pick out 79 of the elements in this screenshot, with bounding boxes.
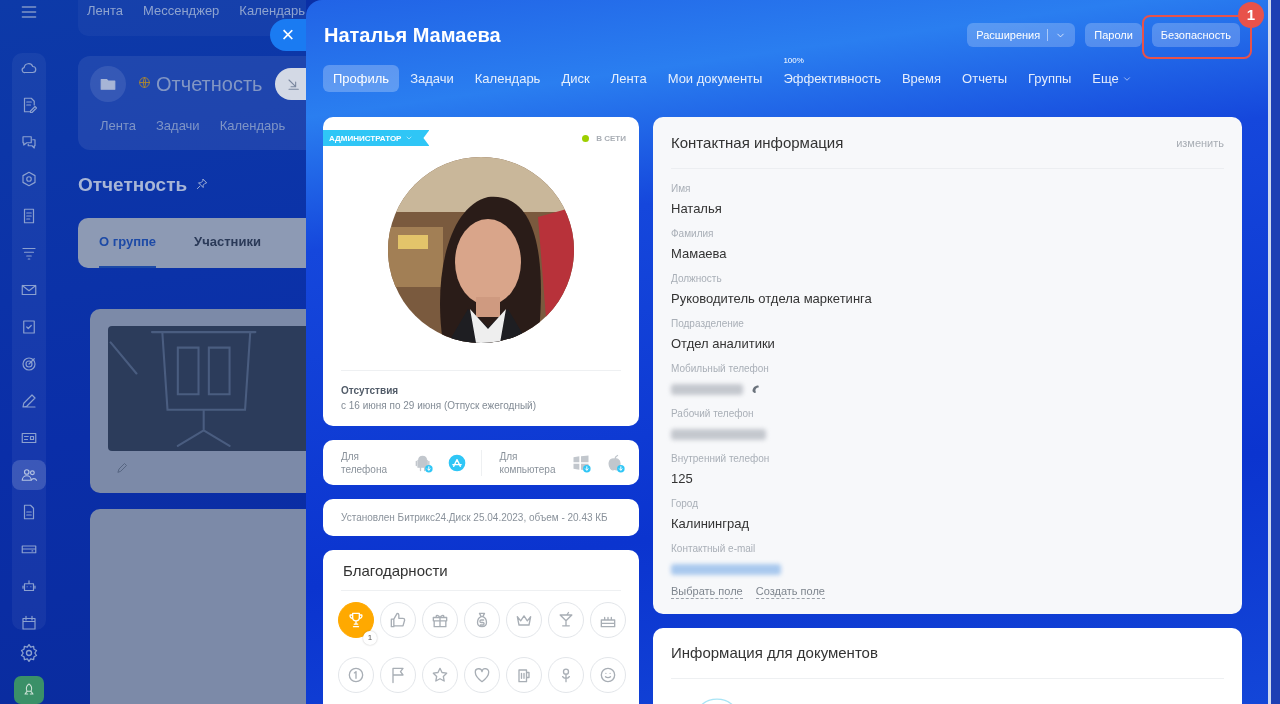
group-title: Отчетность [156,72,263,96]
percent-label: 100% [783,56,804,65]
group-tab[interactable]: Задачи [156,118,200,133]
status-label: В СЕТИ [596,133,626,143]
field-label: Мобильный телефон [671,362,770,376]
field-label: Подразделение [671,317,745,331]
section-title: Контактная информация [671,134,844,151]
section-title: Информация для документов [671,644,879,662]
pencil-icon[interactable] [116,462,128,474]
profile-tab[interactable]: Диск [551,65,600,92]
nav-link[interactable]: Лента [87,4,123,18]
profile-tab[interactable]: Время [891,65,952,92]
profile-tab[interactable]: Лента [600,65,657,92]
field-link[interactable]: Выбрать поле [671,585,743,599]
profile-tab[interactable]: Мои документы [657,65,773,92]
field-value: Руководитель отдела маркетинга [671,290,872,308]
nav-link[interactable]: Календарь [239,4,305,18]
field-label: Фамилия [671,227,715,241]
slider-title: Наталья Мамаева [324,23,501,48]
field-label: Город [671,497,700,511]
close-button[interactable]: × [270,19,306,51]
field-link[interactable]: Создать поле [755,585,825,599]
section-title: Благодарности [342,562,449,580]
pen-icon [20,392,38,410]
role-dropdown[interactable]: АДМИНИСТРАТОР [323,130,430,146]
app-label: Для компьютера [499,449,557,476]
profile-tab[interactable]: Профиль [323,65,400,92]
field-value: Отдел аналитики [671,335,775,353]
checkbox-icon [20,318,38,336]
action-button[interactable]: Безопасность [1151,23,1240,47]
field-label: Рабочий телефон [671,407,755,421]
thumbs-up-icon [388,610,408,630]
absence-text: с 16 июня по 29 июня (Отпуск ежегодный) [341,400,537,411]
profile-tab[interactable]: Группы [1018,65,1082,92]
target-icon [20,355,38,373]
profile-tab[interactable]: Календарь [464,65,551,92]
field-label: Внутренний телефон [671,452,771,466]
disk-note: Установлен Битрикс24.Диск 25.04.2023, объем - 20.43 КБ [341,512,608,523]
group-tab[interactable]: О группе [99,218,157,268]
profile-tab[interactable]: Еще [1082,65,1142,92]
nav-link[interactable]: Мессенджер [143,4,220,18]
smiley-icon [598,665,618,685]
star-icon [430,665,450,685]
field-value: Наталья [671,200,722,218]
absence-title: Отсутствия [341,385,400,396]
coin-icon [346,665,366,685]
app-store-icon[interactable] [446,452,467,473]
award-button[interactable] [338,602,374,638]
trophy-icon [346,610,366,630]
profile-tab[interactable]: Задачи [400,65,464,92]
chevron-down-icon [405,134,414,142]
calendar-icon [20,614,38,630]
rocket-button[interactable] [14,676,44,704]
group-tab[interactable]: Календарь [219,118,286,133]
field-label: Контактный e-mail [671,542,757,556]
action-button[interactable]: Пароли [1085,23,1142,47]
hexagon-icon [20,170,38,188]
group-tab[interactable]: Лента [100,118,136,133]
people-icon [20,466,38,484]
award-count: 1 [363,631,377,645]
app-label: Для телефона [341,449,388,476]
group-tab[interactable]: Участники [194,218,261,268]
field-value: 125 [671,470,693,488]
field-value: Калининград [671,515,750,533]
settings-icon[interactable] [19,643,39,663]
profile-tab[interactable]: Отчеты [952,65,1017,92]
field-label: Имя [671,182,692,196]
pin-icon[interactable] [195,177,210,191]
page-title: Отчетность [78,174,188,196]
globe-icon [138,76,151,89]
blurred-phone-number [671,383,743,395]
heart-icon [472,665,492,685]
field-value: Мамаева [671,245,727,263]
callout-number: 1 [1238,2,1264,28]
extensions-button[interactable]: Расширения [967,23,1076,47]
sidebar-item[interactable] [12,460,46,490]
edit-link[interactable]: изменить [1176,136,1224,149]
field-label: Должность [671,272,723,286]
chat-icon [20,133,38,151]
